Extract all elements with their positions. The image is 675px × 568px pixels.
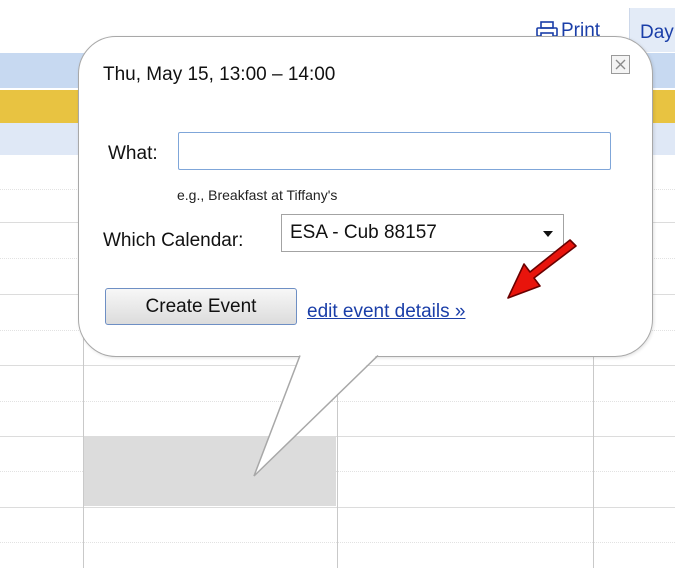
what-input[interactable] (178, 132, 611, 170)
calendar-selected-value: ESA - Cub 88157 (290, 222, 437, 243)
edit-event-details-link[interactable]: edit event details » (307, 301, 465, 323)
what-label: What: (108, 143, 158, 164)
selected-time-slot[interactable] (84, 436, 336, 506)
close-button[interactable] (611, 55, 630, 74)
chevron-down-icon (543, 231, 553, 237)
event-datetime: Thu, May 15, 13:00 – 14:00 (103, 64, 336, 85)
what-hint: e.g., Breakfast at Tiffany's (177, 187, 338, 203)
red-arrow-icon (507, 239, 577, 299)
close-icon (615, 59, 626, 70)
create-event-button[interactable]: Create Event (105, 288, 297, 325)
calendar-label: Which Calendar: (103, 230, 244, 251)
